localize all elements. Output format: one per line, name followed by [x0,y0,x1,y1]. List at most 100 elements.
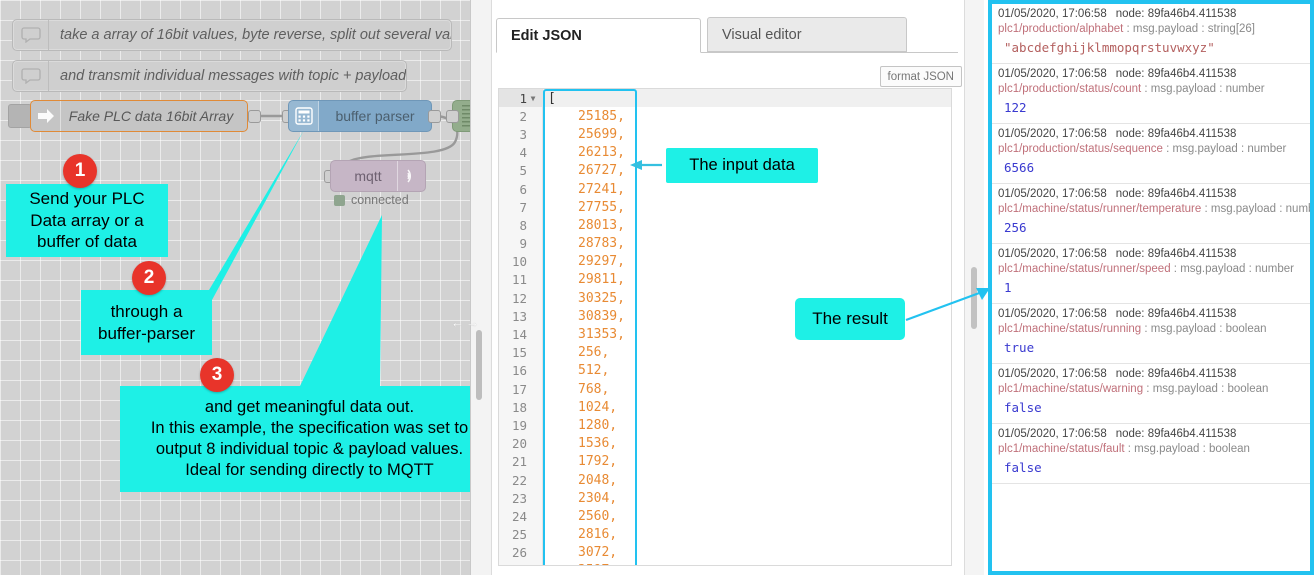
editor-code-line[interactable]: 1536, [543,435,951,453]
format-json-button[interactable]: format JSON [879,66,962,87]
editor-line-number: 17 [511,381,527,397]
json-number-token: 31353, [578,327,625,343]
debug-message[interactable]: 01/05/2020, 17:06:58 node: 89fa46b4.41153… [992,304,1310,364]
debug-value: false [1004,400,1042,415]
step-badge-3: 3 [200,358,234,392]
debug-message[interactable]: 01/05/2020, 17:06:58 node: 89fa46b4.41153… [992,184,1310,244]
editor-code-line[interactable]: 512, [543,362,951,380]
flow-canvas[interactable]: take a array of 16bit values, byte rever… [0,0,470,575]
inject-output-port[interactable] [248,110,261,123]
debug-value: 6566 [1004,160,1035,175]
inject-trigger-button[interactable] [8,104,32,128]
debug-node-id[interactable]: node: 89fa46b4.411538 [1116,188,1237,200]
comment-text: take a array of 16bit values, byte rever… [60,27,451,43]
editor-code-line[interactable]: 1792, [543,453,951,471]
editor-code-line[interactable]: 2816, [543,526,951,544]
debug-message-meta: 01/05/2020, 17:06:58 node: 89fa46b4.41153… [998,188,1304,200]
tab-visual-editor[interactable]: Visual editor [707,17,907,52]
editor-scrollbar-thumb[interactable] [971,267,977,329]
debug-value: 256 [1004,220,1027,235]
editor-code-line[interactable]: 2048, [543,471,951,489]
json-number-token: 27241, [578,181,625,197]
editor-code-line[interactable]: 2560, [543,507,951,525]
editor-code-line[interactable]: 1024, [543,398,951,416]
editor-line-number: 9 [519,236,527,252]
editor-code-line[interactable]: 25699, [543,125,951,143]
editor-code-line[interactable]: 3072, [543,544,951,562]
node-mqtt[interactable]: mqtt [330,160,426,192]
editor-line-number: 22 [511,472,527,488]
debug-message-meta: 01/05/2020, 17:06:58 node: 89fa46b4.41153… [998,428,1304,440]
editor-code-line[interactable]: 25185, [543,107,951,125]
json-number-token: 2304, [578,490,618,506]
json-number-token: 29811, [578,272,625,288]
comment-node-2[interactable]: and transmit individual messages with to… [12,60,407,92]
debug-node-id[interactable]: node: 89fa46b4.411538 [1116,68,1237,80]
json-number-token: 30325, [578,290,625,306]
editor-code-line[interactable]: 256, [543,344,951,362]
json-number-token: 2048, [578,472,618,488]
debug-topic: plc1/machine/status/runner/temperature :… [998,203,1310,215]
debug-topic: plc1/machine/status/fault : msg.payload … [998,443,1304,455]
debug-timestamp: 01/05/2020, 17:06:58 [998,128,1107,140]
debug-node-id[interactable]: node: 89fa46b4.411538 [1116,428,1237,440]
debug-message[interactable]: 01/05/2020, 17:06:58 node: 89fa46b4.41153… [992,424,1310,484]
editor-code-line[interactable]: 27755, [543,198,951,216]
debug-message[interactable]: 01/05/2020, 17:06:58 node: 89fa46b4.41153… [992,244,1310,304]
editor-line-number: 16 [511,363,527,379]
fold-down-icon[interactable]: ▼ [529,94,537,103]
json-number-token: 3597 [548,563,609,565]
panel-resize-handle[interactable]: ← → [451,314,479,330]
editor-line-number: 6 [519,181,527,197]
json-number-token: 28783, [578,236,625,252]
buffer-parser-output-port[interactable] [428,110,441,123]
debug-icon [462,105,470,129]
callout-input-data: The input data [666,148,818,183]
comment-icon [13,20,49,50]
editor-line-number: 5 [519,163,527,179]
debug-input-port[interactable] [446,110,459,123]
debug-timestamp: 01/05/2020, 17:06:58 [998,8,1107,20]
step-badge-1: 1 [63,154,97,188]
editor-code-line[interactable]: 28783, [543,235,951,253]
debug-topic: plc1/production/alphabet : msg.payload :… [998,23,1304,35]
debug-message-meta: 01/05/2020, 17:06:58 node: 89fa46b4.41153… [998,248,1304,260]
editor-code-line[interactable]: 768, [543,380,951,398]
debug-node-id[interactable]: node: 89fa46b4.411538 [1116,8,1237,20]
flow-scrollbar-thumb[interactable] [476,330,482,400]
debug-property-type: : msg.payload : string[26] [1123,23,1256,35]
editor-code-line[interactable]: 28013, [543,216,951,234]
debug-node-id[interactable]: node: 89fa46b4.411538 [1116,248,1237,260]
debug-message[interactable]: 01/05/2020, 17:06:58 node: 89fa46b4.41153… [992,124,1310,184]
debug-topic-name: plc1/production/status/count [998,83,1142,95]
node-buffer-parser[interactable]: buffer parser [288,100,432,132]
editor-line-number: 3 [519,126,527,142]
editor-code-line[interactable]: [ [543,89,951,108]
debug-topic: plc1/machine/status/warning : msg.payloa… [998,383,1304,395]
debug-timestamp: 01/05/2020, 17:06:58 [998,248,1107,260]
debug-message[interactable]: 01/05/2020, 17:06:58 node: 89fa46b4.41153… [992,364,1310,424]
debug-message-meta: 01/05/2020, 17:06:58 node: 89fa46b4.41153… [998,368,1304,380]
debug-node-id[interactable]: node: 89fa46b4.411538 [1116,368,1237,380]
json-number-token: 1536, [578,436,618,452]
editor-code-line[interactable]: 2304, [543,489,951,507]
json-number-token: 1792, [578,454,618,470]
editor-code-line[interactable]: 29297, [543,253,951,271]
debug-messages-panel[interactable]: 01/05/2020, 17:06:58 node: 89fa46b4.41153… [988,0,1314,575]
tab-edit-json[interactable]: Edit JSON [496,18,701,53]
debug-timestamp: 01/05/2020, 17:06:58 [998,68,1107,80]
editor-line-number: 25 [511,527,527,543]
debug-node-id[interactable]: node: 89fa46b4.411538 [1116,308,1237,320]
debug-topic-name: plc1/production/status/sequence [998,143,1163,155]
editor-line-number: 2 [519,108,527,124]
editor-code-line[interactable]: 1280, [543,416,951,434]
editor-tabbar: Edit JSON Visual editor [496,17,958,53]
debug-node-id[interactable]: node: 89fa46b4.411538 [1116,128,1237,140]
json-number-token: 2560, [578,508,618,524]
editor-code-line[interactable]: 29811, [543,271,951,289]
debug-message[interactable]: 01/05/2020, 17:06:58 node: 89fa46b4.41153… [992,4,1310,64]
comment-node-1[interactable]: take a array of 16bit values, byte rever… [12,19,452,51]
node-inject[interactable]: Fake PLC data 16bit Array [30,100,248,132]
debug-message[interactable]: 01/05/2020, 17:06:58 node: 89fa46b4.41153… [992,64,1310,124]
editor-code-line[interactable]: 3597 [543,562,951,565]
